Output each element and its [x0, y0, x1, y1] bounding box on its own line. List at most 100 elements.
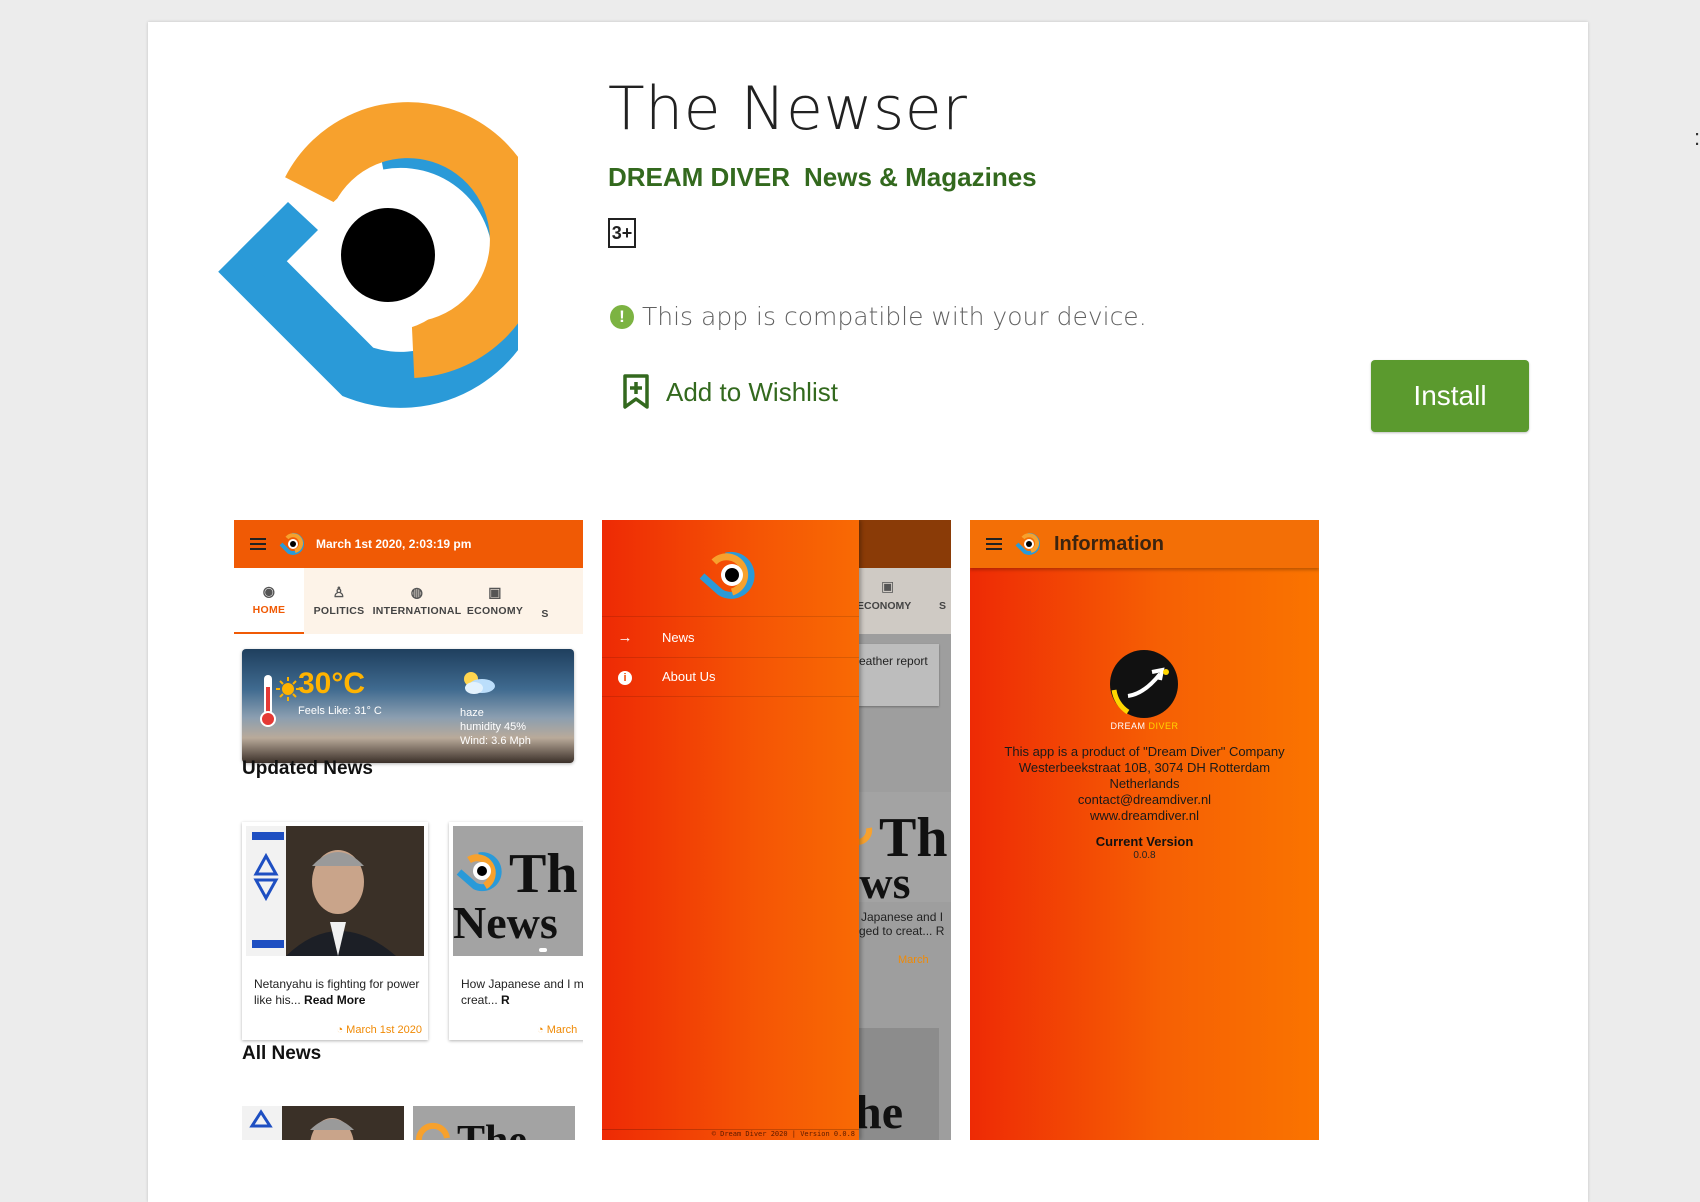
newser-logo-icon [1015, 532, 1040, 555]
bg-news-image: Th ews [859, 792, 951, 902]
news-thumbnail[interactable] [242, 1106, 404, 1140]
headline-text: How Japanese and I merged to creat... [461, 977, 583, 1007]
info-icon: ! [610, 304, 634, 329]
company-logo-text: DREAM DIVER [970, 721, 1319, 731]
bg-tab-cut: S [939, 600, 947, 612]
newser-logo-icon [279, 532, 304, 555]
app-toolbar: March 1st 2020, 2:03:19 pm [234, 520, 583, 568]
read-more-link[interactable]: R [501, 993, 510, 1007]
tab-label: ECONOMY [466, 605, 524, 617]
info-line: Westerbeekstraat 10B, 3074 DH Rotterdam [1018, 760, 1271, 775]
svg-text:News: News [453, 897, 558, 948]
bg-tab-label: ECONOMY [857, 600, 912, 612]
home-icon: ◉ [262, 583, 276, 599]
info-line: This app is a product of "Dream Diver" C… [1004, 744, 1285, 759]
date-text: March 1st 2020 [346, 1024, 422, 1036]
economy-icon: ▣ [488, 584, 502, 600]
app-toolbar: Information [970, 520, 1319, 568]
svg-text:Th: Th [509, 843, 578, 905]
bg-news-image-2: he [855, 1028, 939, 1140]
drawer-item-news[interactable]: → News [602, 616, 859, 658]
info-icon: i [602, 668, 648, 685]
navigation-drawer: → News i About Us © Dream Diver 2020 | V… [602, 520, 859, 1140]
svg-text:he: he [859, 1086, 903, 1139]
wishlist-label: Add to Wishlist [666, 376, 838, 407]
tab-label: INTERNATIONAL [372, 605, 462, 617]
logo-word-1: DREAM [1110, 721, 1146, 731]
tab-label: HOME [252, 604, 286, 616]
company-info: This app is a product of "Dream Diver" C… [970, 744, 1319, 824]
news-date: ◔ March [537, 1024, 578, 1036]
all-news-heading: All News [242, 1043, 322, 1064]
updated-news-heading: Updated News [242, 758, 373, 779]
globe-icon: ◍ [410, 584, 424, 600]
website-link[interactable]: www.dreamdiver.nl [970, 808, 1319, 824]
developer-link[interactable]: DREAM DIVER [608, 162, 790, 193]
economy-icon: ▣ [881, 578, 895, 594]
drawer-item-label: News [662, 629, 695, 645]
app-title: The Newser [608, 74, 968, 144]
version-number: 0.0.8 [1133, 850, 1156, 861]
feels-like-text: Feels Like: 31° C [298, 705, 382, 717]
install-button[interactable]: Install [1371, 360, 1529, 432]
screenshot-home[interactable]: March 1st 2020, 2:03:19 pm ◉ HOME ♙ POLI… [234, 520, 583, 1140]
tab-international[interactable]: ◍ INTERNATIONAL [372, 568, 462, 634]
bg-weather-text: eather report [859, 654, 928, 668]
drawer-item-about[interactable]: i About Us [602, 656, 859, 697]
compatibility-notice: ! This app is compatible with your devic… [610, 302, 1147, 331]
news-thumbnail[interactable]: The [413, 1106, 575, 1140]
news-headline: How Japanese and I merged to creat... R [461, 976, 583, 1008]
logo-word-2: DIVER [1148, 721, 1179, 731]
read-more-link[interactable]: Read More [304, 993, 365, 1007]
news-card[interactable]: Netanyahu is fighting for power like his… [242, 822, 428, 1040]
content-rating-badge: 3+ [608, 218, 636, 248]
temperature-value: 30°C [298, 667, 366, 700]
dream-diver-logo-icon [1110, 650, 1178, 718]
tab-label: POLITICS [313, 605, 365, 617]
screenshot-information[interactable]: Information DREAM DIVER This app is a pr… [970, 520, 1319, 1140]
tab-label: S [541, 608, 549, 620]
news-photo [246, 826, 424, 956]
news-date: ◔ March 1st 2020 [336, 1024, 422, 1036]
category-link[interactable]: News & Magazines [804, 162, 1037, 193]
screenshot-drawer[interactable]: ▣ ECONOMY S eather report Th ews Japanes… [602, 520, 951, 1140]
background-tabs: ▣ ECONOMY S [857, 568, 951, 634]
condition-text: haze [460, 707, 484, 719]
tab-home[interactable]: ◉ HOME [234, 568, 304, 634]
menu-icon [986, 538, 1002, 550]
tab-economy[interactable]: ▣ ECONOMY [460, 568, 530, 634]
app-detail-card: The Newser DREAM DIVER News & Magazines … [148, 22, 1588, 1202]
compatibility-text: This app is compatible with your device. [642, 302, 1147, 331]
bg-news-text: Japanese and I [861, 910, 944, 924]
news-card[interactable]: Th News How Japanese and I merged to cre… [449, 822, 583, 1040]
add-to-wishlist-button[interactable]: Add to Wishlist [622, 374, 838, 410]
arrow-right-icon: → [617, 628, 633, 646]
category-tabs: ◉ HOME ♙ POLITICS ◍ INTERNATIONAL ▣ ECON… [234, 568, 583, 634]
tab-cut[interactable]: S [530, 568, 560, 634]
newser-logo-icon [699, 551, 755, 599]
info-line: Netherlands [1109, 776, 1180, 791]
humidity-text: humidity 45% [460, 721, 527, 733]
datetime-label: March 1st 2020, 2:03:19 pm [316, 537, 472, 551]
date-text: March [546, 1024, 578, 1036]
version-label: Current Version [1095, 834, 1194, 849]
contact-email[interactable]: contact@dreamdiver.nl [970, 792, 1319, 808]
weather-details: haze humidity 45% Wind: 3.6 Mph [460, 706, 531, 748]
bg-weather-card: eather report [859, 644, 939, 706]
cloud-sun-icon [464, 672, 495, 694]
edge-fragment: : [1694, 125, 1700, 150]
drawer-footer: © Dream Diver 2020 | Version 0.0.8 [602, 1129, 859, 1138]
bg-news-date: March [898, 954, 929, 966]
weather-widget: 30°C Feels Like: 31° C haze humidity 45%… [242, 649, 574, 763]
news-headline: Netanyahu is fighting for power like his… [254, 976, 424, 1008]
screen-title: Information [1054, 532, 1164, 555]
svg-text:ews: ews [859, 857, 911, 902]
tab-politics[interactable]: ♙ POLITICS [304, 568, 374, 634]
politics-icon: ♙ [332, 584, 346, 600]
app-logo-icon [218, 102, 518, 408]
thermometer-sun-icon [260, 675, 300, 727]
menu-icon [250, 538, 266, 550]
drawer-item-label: About Us [662, 668, 716, 684]
svg-text:The: The [457, 1118, 527, 1140]
wind-text: Wind: 3.6 Mph [460, 735, 531, 747]
